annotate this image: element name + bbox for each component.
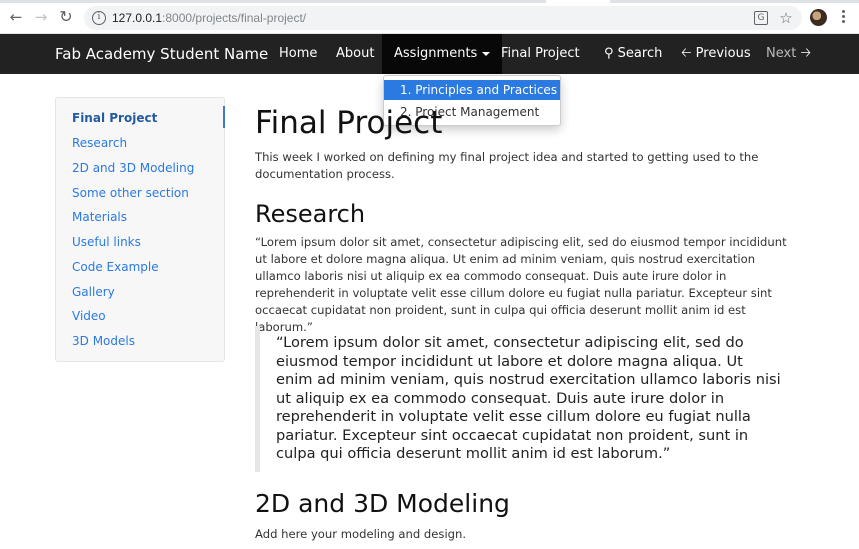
nav-previous[interactable]: 🡠 Previous [681, 34, 751, 74]
page-title: Final Project [255, 105, 443, 141]
translate-icon[interactable]: G [754, 11, 768, 25]
sidebar-item-useful-links[interactable]: Useful links [72, 235, 141, 249]
blockquote-text: “Lorem ipsum dolor sit amet, consectetur… [276, 334, 781, 462]
caret-down-icon [482, 51, 491, 56]
reload-icon[interactable]: ↻ [57, 8, 75, 26]
nav-assignments[interactable]: Assignments [382, 34, 503, 74]
site-navbar: Fab Academy Student Name Home About Assi… [0, 34, 859, 74]
blockquote: “Lorem ipsum dolor sit amet, consectetur… [255, 326, 785, 472]
nav-next-label: Next [766, 46, 797, 61]
research-heading: Research [255, 200, 366, 228]
search-icon: ⚲ [604, 46, 614, 61]
avatar[interactable] [810, 9, 827, 26]
kebab-menu-icon[interactable] [838, 8, 848, 26]
url-text[interactable]: 127.0.0.1:8000/projects/final-project/ [112, 10, 306, 26]
info-icon[interactable]: i [92, 11, 106, 25]
nav-search[interactable]: ⚲ Search [604, 34, 662, 74]
nav-search-label: Search [617, 46, 663, 61]
nav-next[interactable]: Next 🡢 [766, 34, 811, 74]
sidebar-item-research[interactable]: Research [72, 136, 127, 150]
sidebar-item-other-section[interactable]: Some other section [72, 186, 189, 200]
sidebar-item-modeling[interactable]: 2D and 3D Modeling [72, 161, 194, 175]
sidebar-item-gallery[interactable]: Gallery [72, 285, 115, 299]
site-brand[interactable]: Fab Academy Student Name [55, 34, 268, 74]
forward-icon[interactable]: → [32, 8, 50, 26]
address-bar[interactable]: i 127.0.0.1:8000/projects/final-project/… [84, 6, 802, 30]
active-indicator [223, 106, 225, 128]
table-of-contents: Final Project Research 2D and 3D Modelin… [55, 97, 225, 362]
research-paragraph: “Lorem ipsum dolor sit amet, consectetur… [255, 235, 787, 334]
modeling-paragraph: Add here your modeling and design. [255, 527, 467, 541]
sidebar-item-3d-models[interactable]: 3D Models [72, 334, 135, 348]
nav-about[interactable]: About [336, 34, 374, 74]
arrow-left-icon: 🡠 [681, 46, 692, 61]
back-icon[interactable]: ← [7, 8, 25, 26]
nav-home[interactable]: Home [279, 34, 317, 74]
sidebar-item-video[interactable]: Video [72, 309, 106, 323]
tab-strip [0, 0, 859, 3]
nav-previous-label: Previous [695, 46, 751, 61]
arrow-right-icon: 🡢 [800, 46, 811, 61]
sidebar-item-final-project[interactable]: Final Project [72, 111, 157, 125]
sidebar-item-materials[interactable]: Materials [72, 210, 127, 224]
modeling-heading: 2D and 3D Modeling [255, 489, 510, 518]
sidebar-item-code-example[interactable]: Code Example [72, 260, 159, 274]
intro-paragraph: This week I worked on defining my final … [255, 150, 759, 181]
nav-assignments-label: Assignments [394, 46, 478, 61]
nav-final-project[interactable]: Final Project [501, 34, 580, 74]
browser-toolbar: ← → ↻ i 127.0.0.1:8000/projects/final-pr… [0, 0, 859, 34]
star-icon[interactable]: ☆ [778, 10, 794, 26]
dropdown-item-principles[interactable]: 1. Principles and Practices [384, 80, 560, 100]
